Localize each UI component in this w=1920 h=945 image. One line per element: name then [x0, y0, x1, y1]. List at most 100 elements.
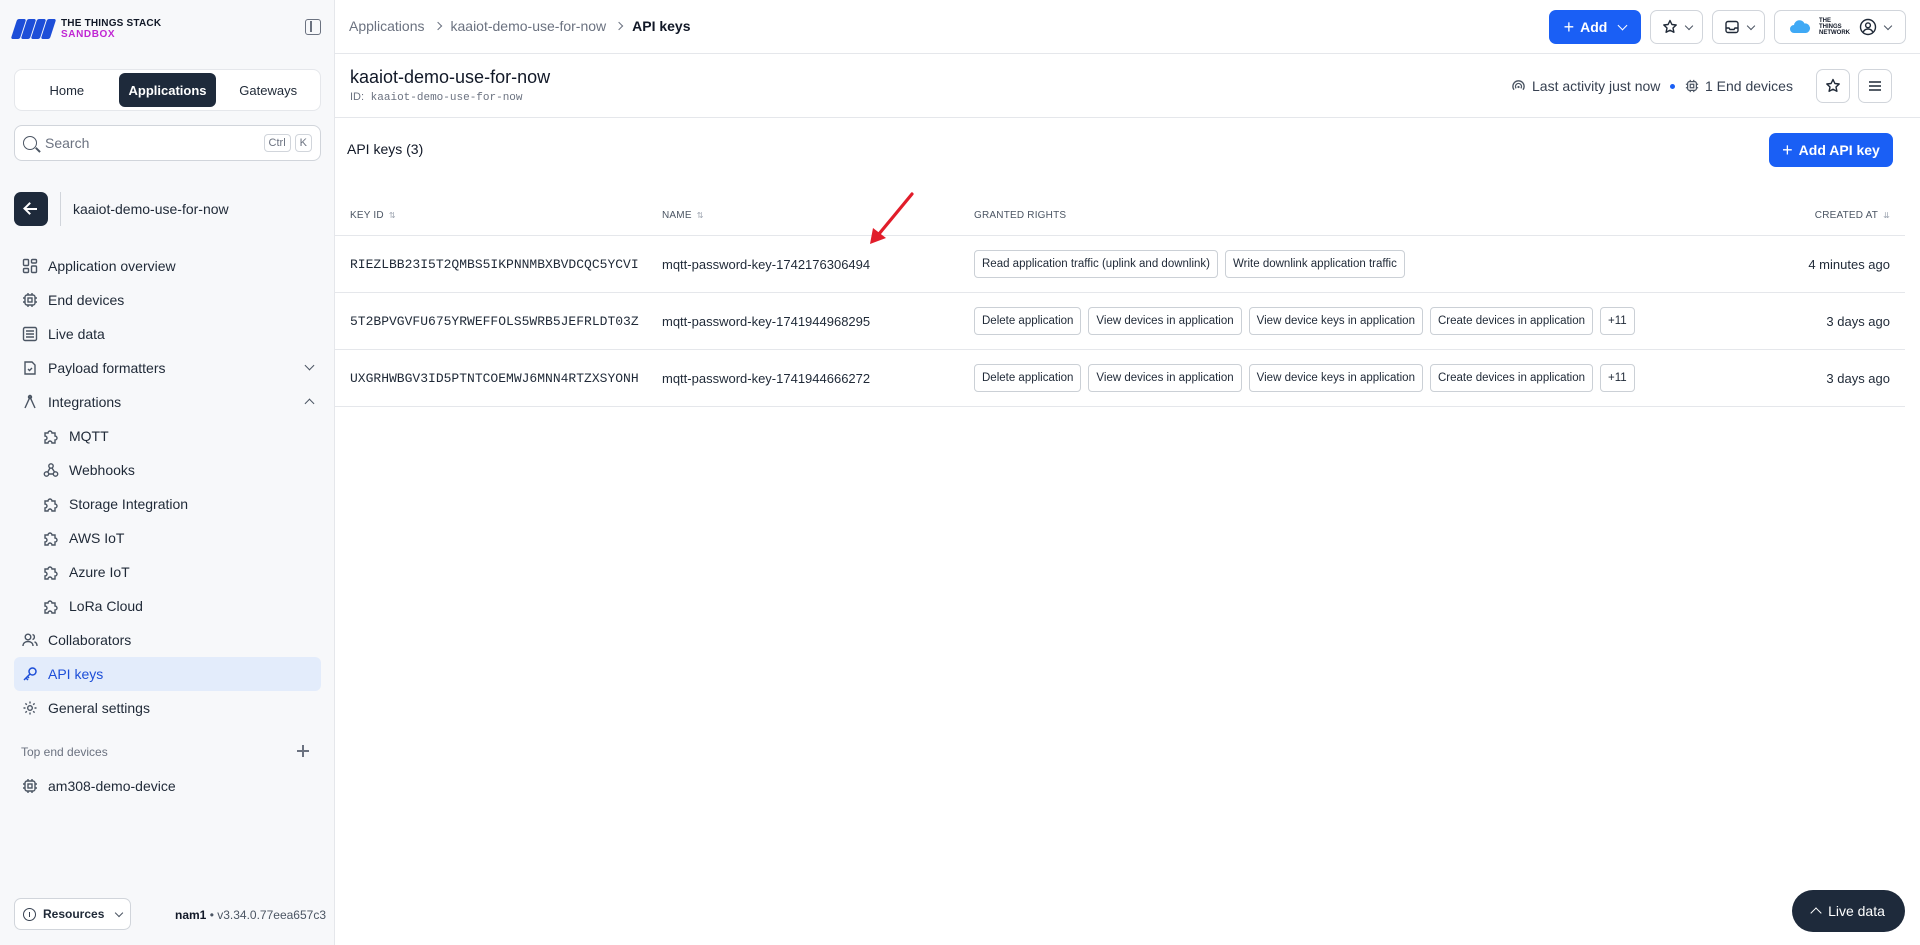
key-id-cell: RIEZLBB23I5T2QMBS5IKPNNMBXBVDCQC5YCVI: [350, 257, 639, 272]
plus-icon: +: [1782, 140, 1793, 160]
sidebar-item-general-settings[interactable]: General settings: [14, 691, 321, 725]
star-icon: [1826, 78, 1840, 92]
top-device-item[interactable]: am308-demo-device: [14, 769, 321, 803]
puzzle-icon: [43, 564, 59, 580]
sidebar-item-mqtt[interactable]: MQTT: [14, 419, 321, 453]
user-avatar-icon: [1859, 18, 1877, 36]
app-menu-button[interactable]: [1858, 69, 1892, 103]
more-rights-tag[interactable]: +11: [1600, 307, 1635, 335]
table-row[interactable]: RIEZLBB23I5T2QMBS5IKPNNMBXBVDCQC5YCVI mq…: [335, 236, 1905, 293]
sidebar-item-collaborators[interactable]: Collaborators: [14, 623, 321, 657]
search-input[interactable]: [45, 135, 260, 151]
table-row[interactable]: 5T2BPVGVFU675YRWEFFOLS5WRB5JEFRLDT03Z mq…: [335, 293, 1905, 350]
more-rights-tag[interactable]: +11: [1600, 364, 1635, 392]
live-data-button[interactable]: Live data: [1792, 890, 1905, 932]
sidebar-item-live-data[interactable]: Live data: [14, 317, 321, 351]
key-name-cell: mqtt-password-key-1742176306494: [662, 257, 871, 272]
sidebar-item-overview[interactable]: Application overview: [14, 249, 321, 283]
add-device-plus-icon[interactable]: [297, 745, 309, 757]
sidebar-item-end-devices[interactable]: End devices: [14, 283, 321, 317]
sort-icon: ⇅: [696, 211, 704, 220]
puzzle-icon: [43, 496, 59, 512]
rights-cell: Read application traffic (uplink and dow…: [974, 250, 1405, 278]
sidebar-item-storage-integration[interactable]: Storage Integration: [14, 487, 321, 521]
search-box[interactable]: Ctrl K: [14, 125, 321, 161]
chevron-up-icon: [304, 398, 315, 409]
sidebar-item-label: End devices: [48, 292, 125, 308]
grid-icon: [22, 258, 38, 274]
tab-gateways[interactable]: Gateways: [219, 73, 317, 107]
table-row[interactable]: UXGRHWBGV3ID5PTNTCOEMWJ6MNN4RTZXSYONH mq…: [335, 350, 1905, 407]
sidebar-item-webhooks[interactable]: Webhooks: [14, 453, 321, 487]
hamburger-icon: [1869, 81, 1881, 91]
resources-button[interactable]: Resources: [14, 898, 131, 930]
integrations-icon: [22, 394, 38, 410]
last-activity: Last activity just now: [1511, 78, 1676, 94]
add-api-key-button[interactable]: + Add API key: [1769, 133, 1893, 167]
end-device-count[interactable]: 1 End devices: [1685, 78, 1793, 94]
right-tag: View devices in application: [1088, 307, 1242, 335]
col-name[interactable]: NAME ⇅: [662, 210, 704, 221]
sidebar: THE THINGS STACK SANDBOX Home Applicatio…: [0, 0, 335, 945]
app-context-name: kaaiot-demo-use-for-now: [73, 201, 229, 217]
table-header: KEY ID ⇅ NAME ⇅ GRANTED RIGHTS CREATED AT ⇊: [335, 196, 1905, 236]
version-info: nam1 • v3.34.0.77eea657c3: [175, 908, 326, 922]
bookmark-app-button[interactable]: [1816, 69, 1850, 103]
col-key-id[interactable]: KEY ID ⇅: [350, 210, 396, 221]
kbd-ctrl: Ctrl: [263, 134, 291, 152]
sidebar-item-api-keys[interactable]: API keys: [14, 657, 321, 691]
puzzle-icon: [43, 598, 59, 614]
live-data-label: Live data: [1828, 903, 1885, 919]
right-tag: Create devices in application: [1429, 307, 1594, 335]
chip-icon: [1685, 79, 1699, 93]
key-id-cell: UXGRHWBGV3ID5PTNTCOEMWJ6MNN4RTZXSYONH: [350, 371, 639, 386]
sidebar-item-label: Collaborators: [48, 632, 132, 648]
breadcrumb-application[interactable]: kaaiot-demo-use-for-now: [451, 18, 607, 34]
app-context-header: kaaiot-demo-use-for-now: [14, 192, 321, 226]
right-tag: Delete application: [974, 307, 1082, 335]
tab-applications[interactable]: Applications: [118, 73, 217, 107]
tab-home[interactable]: Home: [18, 73, 116, 107]
sidebar-item-label: MQTT: [69, 428, 109, 444]
chevron-right-icon: [614, 21, 624, 31]
col-created-at[interactable]: CREATED AT ⇊: [1815, 210, 1890, 221]
sidebar-item-aws-iot[interactable]: AWS IoT: [14, 521, 321, 555]
chevron-down-icon: [115, 908, 124, 917]
sidebar-item-azure-iot[interactable]: Azure IoT: [14, 555, 321, 589]
key-name-cell: mqtt-password-key-1741944968295: [662, 314, 871, 329]
notifications-button[interactable]: [1712, 10, 1765, 44]
sidebar-item-lora-cloud[interactable]: LoRa Cloud: [14, 589, 321, 623]
chevron-up-icon: [1810, 907, 1822, 919]
sidebar-item-payload-formatters[interactable]: Payload formatters: [14, 351, 321, 385]
breadcrumb-applications[interactable]: Applications: [349, 18, 425, 34]
top-device-label: am308-demo-device: [48, 778, 176, 794]
chevron-down-icon: [304, 360, 315, 371]
sidebar-collapse-icon[interactable]: [305, 19, 321, 35]
bookmarks-button[interactable]: [1650, 10, 1703, 44]
right-tag: Create devices in application: [1429, 364, 1594, 392]
chevron-down-icon: [1684, 21, 1693, 30]
main-section-switcher: Home Applications Gateways: [14, 69, 321, 111]
application-id: ID: kaaiot-demo-use-for-now: [350, 91, 523, 104]
sort-icon: ⇅: [388, 211, 396, 220]
add-button[interactable]: + Add: [1549, 10, 1641, 44]
profile-menu-button[interactable]: THE THINGS NETWORK: [1774, 10, 1906, 44]
chevron-down-icon: [1746, 21, 1755, 30]
chevron-down-icon: [1883, 21, 1893, 30]
right-tag: Delete application: [974, 364, 1082, 392]
add-api-key-label: Add API key: [1798, 142, 1880, 158]
created-at-cell: 4 minutes ago: [1808, 257, 1890, 272]
id-label: ID:: [350, 91, 365, 103]
sidebar-nav: Application overview End devices Live da…: [14, 249, 321, 725]
sidebar-item-label: Azure IoT: [69, 564, 130, 580]
info-icon: [23, 907, 36, 921]
brand-logo[interactable]: THE THINGS STACK SANDBOX: [10, 16, 161, 42]
resources-label: Resources: [43, 907, 105, 921]
webhook-icon: [43, 462, 59, 478]
back-arrow-button[interactable]: [14, 192, 48, 226]
chevron-down-icon: [1617, 20, 1628, 30]
sidebar-item-integrations[interactable]: Integrations: [14, 385, 321, 419]
cluster-name: nam1: [175, 908, 207, 922]
right-tag: Write downlink application traffic: [1225, 250, 1405, 278]
kbd-k: K: [294, 134, 312, 152]
